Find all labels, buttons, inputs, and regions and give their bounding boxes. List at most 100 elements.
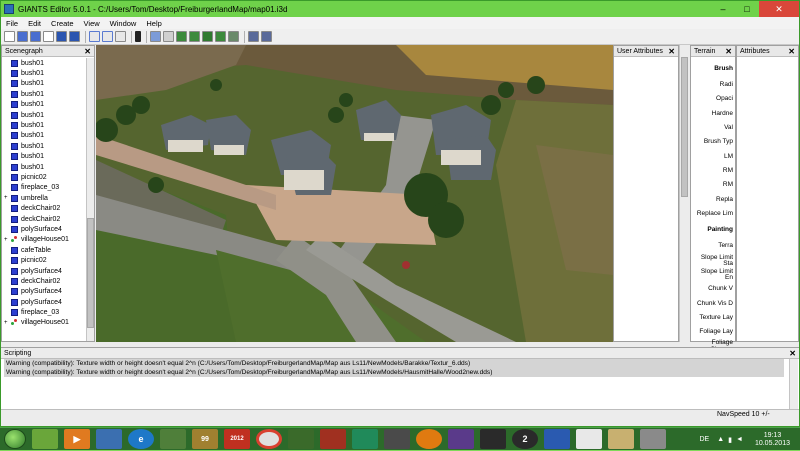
export-icon[interactable] (43, 31, 54, 42)
tree-item[interactable]: bush01 (2, 110, 86, 120)
tree-item[interactable]: polySurface4 (2, 266, 86, 276)
media-player-icon[interactable]: ▶ (64, 429, 90, 449)
tree-item[interactable]: bush01 (2, 79, 86, 89)
tool-icon[interactable] (96, 429, 122, 449)
close-icon[interactable]: ✕ (725, 47, 732, 56)
close-icon[interactable]: ✕ (84, 47, 91, 56)
tractor-icon[interactable] (288, 429, 314, 449)
layer-paint-icon[interactable] (228, 31, 239, 42)
tree-item[interactable]: deckChair02 (2, 276, 86, 286)
title-bar[interactable]: GIANTS Editor 5.0.1 - C:/Users/Tom/Deskt… (1, 1, 799, 17)
scrollbar-thumb[interactable] (87, 218, 94, 328)
play-icon[interactable] (135, 31, 141, 42)
menu-view[interactable]: View (79, 19, 105, 28)
tree-item[interactable]: picnic02 (2, 172, 86, 182)
scenegraph-tree[interactable]: bush01 bush01 bush01 bush01 bush01 bush01 bush… (2, 58, 86, 345)
tractor-game-icon[interactable] (480, 429, 506, 449)
expand-icon[interactable]: + (4, 237, 8, 243)
expand-icon[interactable]: + (4, 195, 8, 201)
menu-help[interactable]: Help (141, 19, 166, 28)
volume-icon[interactable]: ◄ (736, 436, 743, 443)
import-icon[interactable] (30, 31, 41, 42)
detail-paint-icon[interactable] (215, 31, 226, 42)
tree-item[interactable]: polySurface4 (2, 287, 86, 297)
tree-item[interactable]: deckChair02 (2, 214, 86, 224)
menu-file[interactable]: File (1, 19, 23, 28)
foliage-paint-icon[interactable] (202, 31, 213, 42)
terrain-paint-icon[interactable] (189, 31, 200, 42)
minecraft-icon[interactable] (160, 429, 186, 449)
close-icon[interactable]: ✕ (668, 47, 675, 56)
menu-window[interactable]: Window (105, 19, 142, 28)
close-icon[interactable]: ✕ (788, 47, 795, 56)
giants-app-icon (4, 4, 14, 14)
language-indicator[interactable]: DE (699, 436, 709, 443)
terrain-sculpt-icon[interactable] (176, 31, 187, 42)
maximize-button[interactable]: □ (735, 1, 759, 17)
giants-editor-icon[interactable] (384, 429, 410, 449)
tree-item[interactable]: bush01 (2, 152, 86, 162)
scenegraph-scrollbar[interactable] (86, 58, 94, 341)
scrollbar-thumb[interactable] (681, 57, 688, 197)
lighting-icon[interactable] (261, 31, 272, 42)
close-icon[interactable]: ✕ (789, 349, 796, 358)
new-file-icon[interactable] (4, 31, 15, 42)
tree-item[interactable]: + umbrella (2, 193, 86, 203)
chart-app-icon[interactable] (544, 429, 570, 449)
redo-icon[interactable] (102, 31, 113, 42)
menu-create[interactable]: Create (46, 19, 79, 28)
tree-item[interactable]: bush01 (2, 89, 86, 99)
menu-edit[interactable]: Edit (23, 19, 46, 28)
notepad-icon[interactable] (640, 429, 666, 449)
game-99-icon[interactable]: 99 (192, 429, 218, 449)
tree-item[interactable]: fireplace_03 (2, 307, 86, 317)
clock[interactable]: 19:13 10.05.2013 (755, 432, 790, 448)
cog-app-icon[interactable] (352, 429, 378, 449)
tree-item[interactable]: + villageHouse01 (2, 235, 86, 245)
tree-item[interactable]: bush01 (2, 58, 86, 68)
number-two-app-icon[interactable]: 2 (512, 429, 538, 449)
blender-icon[interactable] (416, 429, 442, 449)
internet-explorer-icon[interactable]: e (128, 429, 154, 449)
game-2012-icon[interactable]: 2012 (224, 429, 250, 449)
app-icon[interactable] (448, 429, 474, 449)
save-all-icon[interactable] (69, 31, 80, 42)
farming-sim-icon[interactable] (320, 429, 346, 449)
close-button[interactable]: ✕ (759, 1, 799, 17)
camera-icon[interactable] (248, 31, 259, 42)
viewport-scrollbar[interactable] (679, 45, 689, 342)
tree-item[interactable]: bush01 (2, 141, 86, 151)
tree-item[interactable]: fireplace_03 (2, 183, 86, 193)
log-output[interactable]: Warning (compatibility): Texture width o… (4, 359, 784, 377)
tree-item[interactable]: picnic02 (2, 255, 86, 265)
tree-item[interactable]: polySurface4 (2, 297, 86, 307)
cut-icon[interactable] (115, 31, 126, 42)
network-icon[interactable]: ▮ (728, 436, 732, 444)
tree-item[interactable]: bush01 (2, 68, 86, 78)
open-file-icon[interactable] (17, 31, 28, 42)
folder-icon[interactable] (608, 429, 634, 449)
undo-icon[interactable] (89, 31, 100, 42)
3d-viewport[interactable] (96, 45, 613, 342)
tree-item[interactable]: bush01 (2, 131, 86, 141)
file-explorer-icon[interactable] (32, 429, 58, 449)
tree-item[interactable]: deckChair02 (2, 203, 86, 213)
tree-item-label: bush01 (21, 111, 44, 119)
tray-arrow-icon[interactable]: ▲ (717, 436, 724, 443)
tree-item[interactable]: bush01 (2, 100, 86, 110)
start-button[interactable] (4, 429, 26, 449)
minimize-button[interactable]: – (711, 1, 735, 17)
tree-item-label: fireplace_03 (21, 184, 60, 192)
save-icon[interactable] (56, 31, 67, 42)
tree-item[interactable]: bush01 (2, 120, 86, 130)
move-tool-icon[interactable] (163, 31, 174, 42)
chrome-icon[interactable] (256, 429, 282, 449)
select-tool-icon[interactable] (150, 31, 161, 42)
tree-item[interactable]: polySurface4 (2, 224, 86, 234)
tree-item[interactable]: cafeTable (2, 245, 86, 255)
tree-item[interactable]: bush01 (2, 162, 86, 172)
expand-icon[interactable]: + (4, 320, 8, 326)
tree-item[interactable]: + villageHouse01 (2, 318, 86, 328)
app-icon[interactable] (576, 429, 602, 449)
scripting-scrollbar[interactable] (789, 359, 798, 409)
